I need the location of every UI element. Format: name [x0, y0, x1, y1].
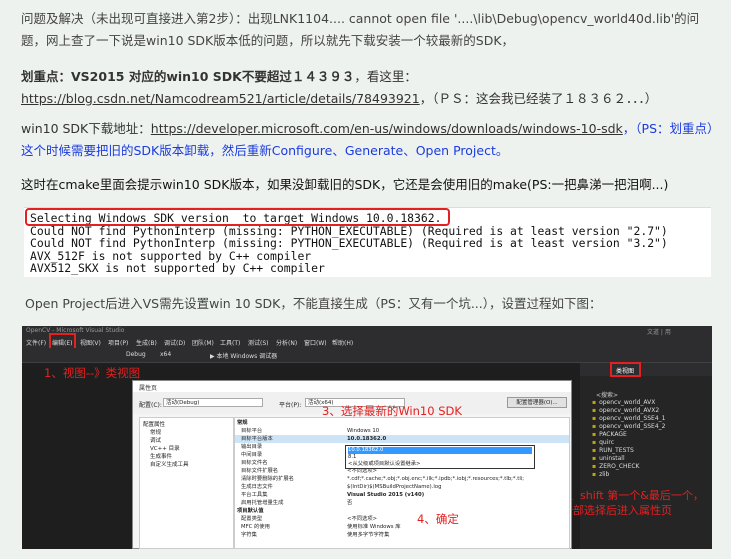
- prop-tree-item[interactable]: 常规: [150, 428, 161, 436]
- console-line: Could NOT find PythonInterp (missing: PY…: [30, 236, 668, 250]
- prop-row[interactable]: MFC 的使用 使用标准 Windows 库: [235, 523, 569, 531]
- paragraph-sdk-download: win10 SDK下载地址：https://developer.microsof…: [21, 118, 721, 162]
- tree-item[interactable]: uninstall: [592, 455, 625, 462]
- menu-test[interactable]: 测试(S): [248, 338, 269, 347]
- annotation-step4: 4、确定: [417, 512, 459, 526]
- tree-item[interactable]: zlib: [592, 471, 609, 478]
- prop-row[interactable]: 平台工具集 Visual Studio 2015 (v140): [235, 491, 569, 499]
- menu-build[interactable]: 生成(B): [136, 338, 157, 347]
- prop-row-sdk-version[interactable]: 目标平台版本 10.0.18362.0: [235, 435, 569, 443]
- class-view-panel: 类视图 <搜索> opencv_world_AVX opencv_world_A…: [580, 363, 712, 549]
- csdn-blog-link[interactable]: https://blog.csdn.net/Namcodream521/arti…: [21, 91, 420, 106]
- vs-menu-bar: 文件(F) 编辑(E) 视图(V) 项目(P) 生成(B) 调试(D) 团队(M…: [22, 336, 712, 348]
- prop-row[interactable]: 配置类型 <不同选项>: [235, 515, 569, 523]
- prop-row[interactable]: 启用托管增量生成否: [235, 499, 569, 507]
- prop-row[interactable]: 清除时要删除的扩展名 *.cdf;*.cache;*.obj;*.obj.enc;…: [235, 475, 569, 483]
- sdk-option[interactable]: 10.0.18362.0: [348, 447, 532, 454]
- config-select[interactable]: Debug: [126, 351, 146, 358]
- tree-item[interactable]: ZERO_CHECK: [592, 463, 639, 470]
- class-view-header: 类视图: [580, 363, 712, 376]
- platform-select[interactable]: x64: [160, 351, 171, 358]
- paragraph-problem: 问题及解决（未出现可直接进入第2步）：出现LNK1104.... cannot …: [21, 11, 700, 48]
- paragraph-key-point: 划重点：VS2015 对应的win10 SDK不要超过１４３９３，看这里： ht…: [21, 66, 721, 110]
- tree-item[interactable]: opencv_world_SSE4_1: [592, 415, 665, 422]
- class-view-search[interactable]: <搜索>: [596, 390, 618, 399]
- prop-row[interactable]: 生成日志文件 $(IntDir)$(MSBuildProjectName).log: [235, 483, 569, 491]
- dialog-platform-label: 平台(P):: [279, 402, 302, 409]
- class-view-tab-highlight: [610, 362, 641, 377]
- dialog-title: 属性页: [139, 385, 158, 392]
- tree-item[interactable]: PACKAGE: [592, 431, 627, 438]
- menu-tools[interactable]: 工具(T): [220, 338, 240, 347]
- local-debugger-button[interactable]: ▶ 本地 Windows 调试器: [210, 351, 277, 360]
- dialog-config-label: 配置(C):: [139, 402, 162, 409]
- key-point-see-here: ，看这里：: [354, 69, 417, 84]
- prop-tree-item[interactable]: 自定义生成工具: [150, 460, 189, 468]
- menu-file[interactable]: 文件(F): [26, 338, 46, 347]
- menu-view[interactable]: 视图(V): [80, 338, 101, 347]
- prop-row[interactable]: 字符集 使用多字节字符集: [235, 531, 569, 539]
- menu-analyze[interactable]: 分析(N): [276, 338, 297, 347]
- key-point-bold: 划重点：VS2015 对应的win10 SDK不要超过１４３９３: [21, 69, 355, 84]
- prop-row: 常规: [237, 420, 248, 426]
- tree-item[interactable]: opencv_world_SSE4_2: [592, 423, 665, 430]
- dialog-property-tree: 配置属性 常规 调试 VC++ 目录 生成事件 自定义生成工具: [139, 417, 234, 549]
- prop-tree-item[interactable]: 调试: [150, 436, 161, 444]
- annotation-step3: 3、选择最新的Win10 SDK: [322, 404, 462, 418]
- tree-item[interactable]: opencv_world_AVX2: [592, 407, 659, 414]
- console-line: AVX512_SKX is not supported by C++ compi…: [30, 261, 325, 275]
- vs-title-bar: OpenCV - Microsoft Visual Studio 文道 | 用: [22, 326, 712, 336]
- sdk-option[interactable]: <从父级或项目默认设置继承>: [348, 461, 532, 468]
- annotation-step1: 1、视图--》类视图: [44, 366, 141, 380]
- tree-item[interactable]: opencv_world_AVX: [592, 399, 655, 406]
- prop-row: 项目默认值: [237, 508, 264, 514]
- menu-help[interactable]: 帮助(H): [332, 338, 353, 347]
- console-highlight-box: [25, 208, 450, 226]
- tree-item[interactable]: quirc: [592, 439, 614, 446]
- dialog-config-select[interactable]: 活动(Debug): [163, 398, 263, 407]
- vs-toolbar: Debug x64 ▶ 本地 Windows 调试器: [22, 348, 712, 363]
- config-manager-button[interactable]: 配置管理器(O)...: [507, 397, 567, 408]
- paragraph-cmake-note: 这时在cmake里面会提示win10 SDK版本，如果没卸载旧的SDK，它还是会…: [21, 177, 669, 192]
- paragraph-open-project: Open Project后进入VS需先设置win 10 SDK，不能直接生成（P…: [25, 296, 602, 311]
- sdk-download-label: win10 SDK下载地址：: [21, 121, 151, 136]
- sdk-version-dropdown[interactable]: 10.0.18362.0 8.1 <从父级或项目默认设置继承>: [345, 445, 535, 469]
- menu-debug[interactable]: 调试(D): [164, 338, 185, 347]
- prop-tree-item[interactable]: VC++ 目录: [150, 444, 180, 452]
- annotation-step2: 2、shift 第一个&最后一个，全部选择后进入属性页: [562, 489, 704, 517]
- tree-item[interactable]: RUN_TESTS: [592, 447, 634, 454]
- menu-project[interactable]: 项目(P): [108, 338, 128, 347]
- key-point-ps: ，（ＰＳ：这会我已经装了１８３６２．．．）: [419, 91, 658, 106]
- dialog-property-grid: 常规 目标平台 Windows 10 目标平台版本 10.0.18362.0 输出目…: [234, 417, 570, 549]
- menu-team[interactable]: 团队(M): [192, 338, 214, 347]
- sdk-download-link[interactable]: https://developer.microsoft.com/en-us/wi…: [151, 121, 623, 136]
- prop-tree-item[interactable]: 生成事件: [150, 452, 172, 460]
- sdk-option[interactable]: 8.1: [348, 454, 532, 461]
- vs-screenshot: OpenCV - Microsoft Visual Studio 文道 | 用 …: [22, 326, 712, 549]
- prop-row[interactable]: 目标平台 Windows 10: [235, 427, 569, 435]
- menu-window[interactable]: 窗口(W): [304, 338, 327, 347]
- prop-tree-item[interactable]: 配置属性: [143, 420, 165, 428]
- vs-user: 文道 | 用: [647, 329, 671, 336]
